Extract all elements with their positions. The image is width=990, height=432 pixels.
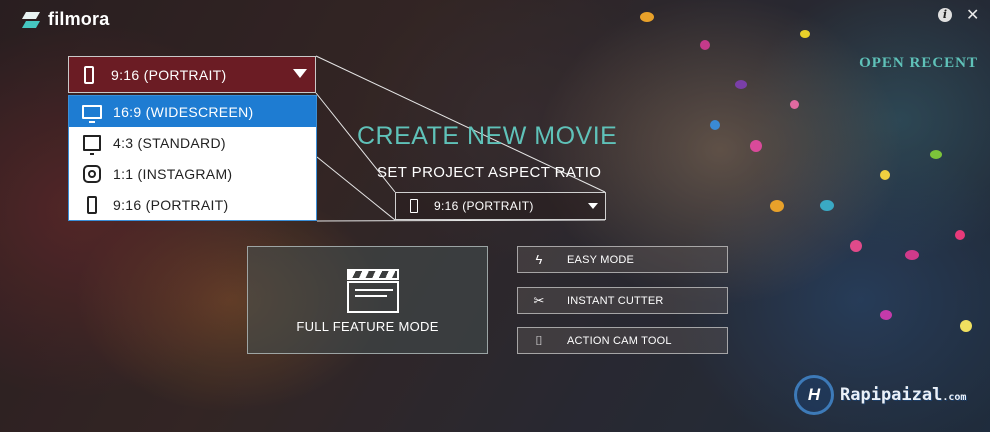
filmora-logo-icon <box>21 10 42 30</box>
option-label: 4:3 (STANDARD) <box>113 134 226 151</box>
chevron-down-icon <box>588 203 598 209</box>
watermark-badge: H <box>794 375 834 415</box>
aspect-ratio-dropdown[interactable]: 9:16 (PORTRAIT) <box>68 56 316 93</box>
option-label: 1:1 (INSTAGRAM) <box>113 165 233 182</box>
option-standard[interactable]: 4:3 (STANDARD) <box>69 127 316 158</box>
instant-cutter-button[interactable]: ✂ INSTANT CUTTER <box>517 287 728 314</box>
create-new-movie-title: CREATE NEW MOVIE <box>357 122 618 150</box>
action-cam-tool-label: ACTION CAM TOOL <box>567 334 672 347</box>
aspect-ratio-options: 16:9 (WIDESCREEN) 4:3 (STANDARD) 1:1 (IN… <box>68 95 317 221</box>
option-widescreen[interactable]: 16:9 (WIDESCREEN) <box>69 96 316 127</box>
full-feature-mode-button[interactable]: FULL FEATURE MODE <box>247 246 488 354</box>
option-label: 9:16 (PORTRAIT) <box>113 196 229 213</box>
camera-icon: ⌷ <box>535 332 543 348</box>
action-cam-tool-button[interactable]: ⌷ ACTION CAM TOOL <box>517 327 728 354</box>
clapperboard-icon <box>347 269 399 313</box>
instagram-icon <box>83 164 101 183</box>
aspect-ratio-value: 9:16 (PORTRAIT) <box>434 199 534 213</box>
watermark: H Rapipaizal.com <box>794 375 966 415</box>
option-label: 16:9 (WIDESCREEN) <box>113 103 254 120</box>
app-name: filmora <box>48 9 110 29</box>
option-instagram[interactable]: 1:1 (INSTAGRAM) <box>69 158 316 189</box>
app-logo: filmora <box>21 9 110 30</box>
open-recent-link[interactable]: OPEN RECENT <box>859 55 978 72</box>
easy-mode-button[interactable]: ϟ EASY MODE <box>517 246 728 273</box>
watermark-name: Rapipaizal <box>840 385 943 405</box>
scissors-icon: ✂ <box>533 292 545 308</box>
option-portrait[interactable]: 9:16 (PORTRAIT) <box>69 189 316 220</box>
easy-mode-label: EASY MODE <box>567 253 635 266</box>
project-aspect-ratio-select[interactable]: 9:16 (PORTRAIT) <box>395 192 606 220</box>
info-icon[interactable]: i <box>938 8 952 22</box>
watermark-text: Rapipaizal.com <box>840 385 966 405</box>
chevron-down-icon <box>293 69 307 78</box>
widescreen-monitor-icon <box>82 104 102 123</box>
aspect-ratio-selected: 9:16 (PORTRAIT) <box>111 66 227 83</box>
lightning-icon: ϟ <box>535 252 543 267</box>
standard-monitor-icon <box>83 134 101 155</box>
phone-icon <box>84 65 94 84</box>
phone-icon <box>87 195 97 214</box>
instant-cutter-label: INSTANT CUTTER <box>567 294 664 307</box>
phone-icon <box>410 199 418 213</box>
close-icon[interactable]: ✕ <box>966 5 979 25</box>
full-feature-mode-label: FULL FEATURE MODE <box>296 319 439 334</box>
set-aspect-ratio-label: SET PROJECT ASPECT RATIO <box>377 164 602 181</box>
watermark-suffix: .com <box>942 392 967 403</box>
